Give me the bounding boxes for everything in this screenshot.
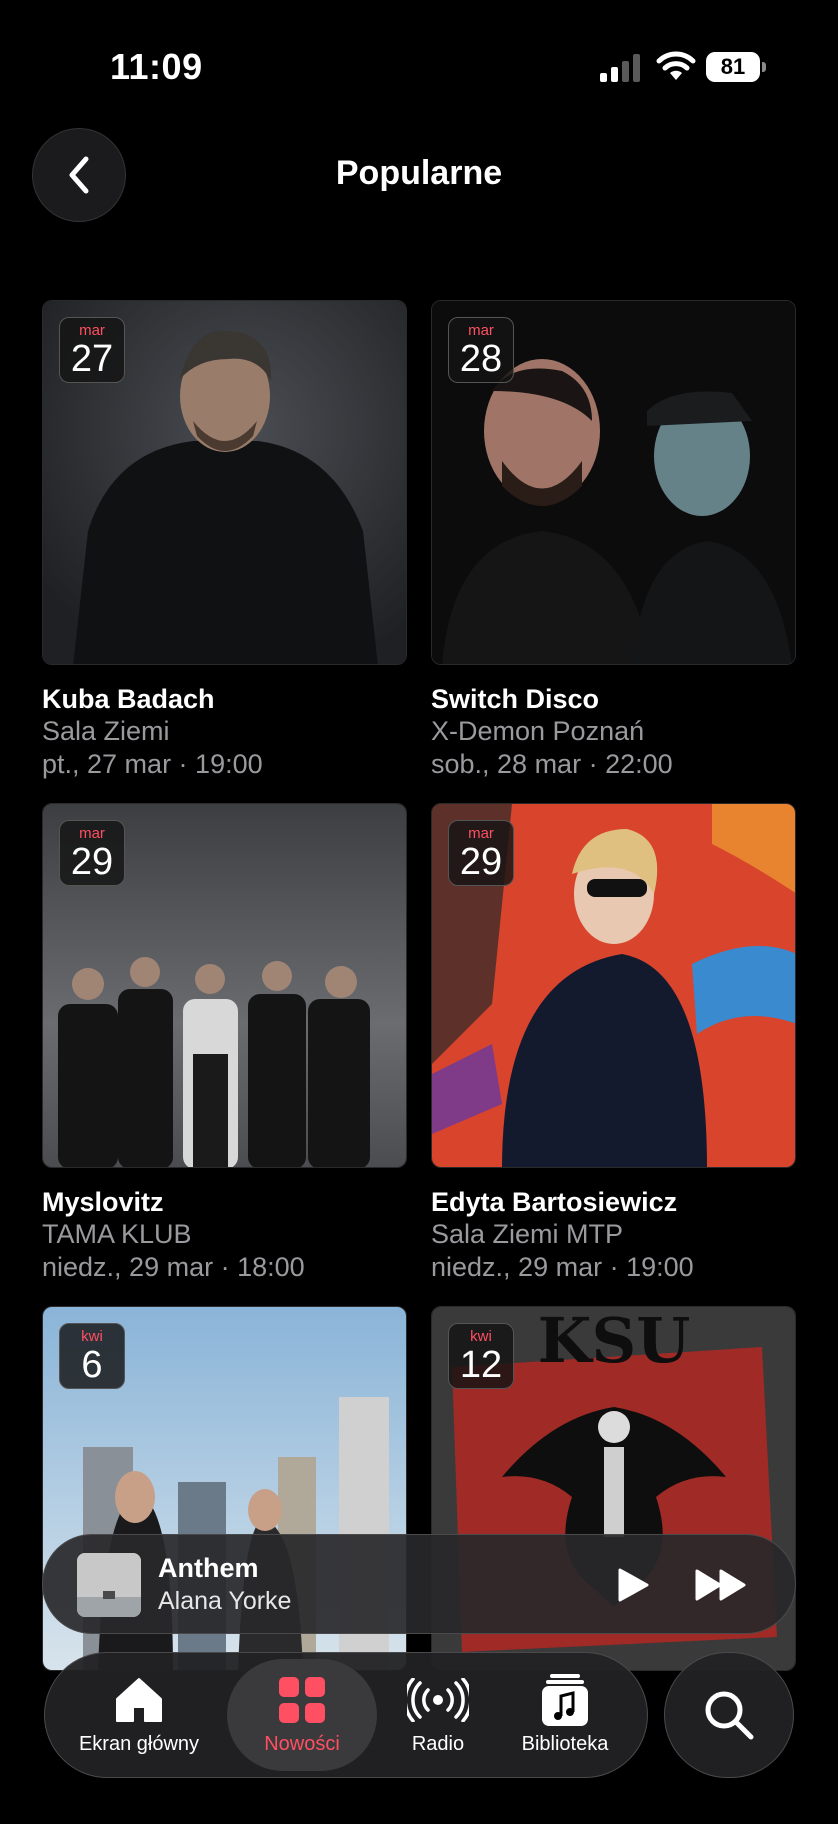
status-bar: 11:09 81 [0,0,838,130]
date-month: kwi [470,1328,492,1345]
event-image[interactable]: mar 29 [431,803,796,1168]
event-card[interactable]: mar 29 Myslovitz TAMA KLUB niedz., 29 ma… [42,803,407,1284]
track-artist: Alana Yorke [158,1587,292,1615]
event-datetime: niedz., 29 mar · 18:00 [42,1252,305,1282]
date-badge: mar 27 [59,317,125,383]
tab-home[interactable]: Ekran główny [59,1659,219,1771]
track-title: Anthem [158,1553,259,1583]
date-day: 28 [459,338,503,380]
tab-label: Radio [411,1733,465,1755]
date-badge: mar 29 [59,820,125,886]
cellular-signal-icon [600,54,640,82]
date-day: 27 [70,338,114,380]
tab-label: Nowości [264,1733,340,1755]
date-badge: mar 28 [448,317,514,383]
date-month: mar [79,322,105,339]
event-image[interactable]: mar 27 [42,300,407,665]
date-day: 6 [81,1344,103,1386]
date-month: mar [468,322,494,339]
date-badge: kwi 12 [448,1323,514,1389]
skip-forward-button[interactable] [683,1557,759,1613]
event-image[interactable]: mar 29 [42,803,407,1168]
event-venue: Sala Ziemi [42,716,170,746]
mini-player[interactable]: Anthem Alana Yorke [42,1534,796,1634]
home-icon [116,1678,162,1722]
event-datetime: pt., 27 mar · 19:00 [42,749,263,779]
event-venue: TAMA KLUB [42,1219,192,1249]
date-month: kwi [81,1328,103,1345]
battery-icon: 81 [706,52,766,82]
search-button[interactable] [664,1652,794,1778]
play-button[interactable] [605,1557,661,1613]
play-icon [618,1568,649,1602]
date-month: mar [468,825,494,842]
event-card[interactable]: mar 28 Switch Disco X-Demon Poznań sob.,… [431,300,796,781]
event-image[interactable]: mar 28 [431,300,796,665]
event-datetime: sob., 28 mar · 22:00 [431,749,673,779]
event-datetime: niedz., 29 mar · 19:00 [431,1252,694,1282]
tab-label: Ekran główny [78,1733,200,1755]
event-card[interactable]: mar 29 Edyta Bartosiewicz Sala Ziemi MTP… [431,803,796,1284]
tab-library[interactable]: Biblioteka [495,1659,635,1771]
radio-icon [407,1678,469,1722]
fast-forward-icon [695,1569,746,1601]
date-badge: kwi 6 [59,1323,125,1389]
battery-level: 81 [706,52,760,82]
event-venue: Sala Ziemi MTP [431,1219,624,1249]
search-icon [705,1691,754,1740]
tab-radio[interactable]: Radio [383,1659,493,1771]
tab-bar: Ekran główny Nowości Radio Biblioteka [44,1652,648,1778]
date-day: 12 [459,1344,503,1386]
tab-new[interactable]: Nowości [227,1659,377,1771]
event-venue: X-Demon Poznań [431,716,645,746]
event-title: Edyta Bartosiewicz [431,1187,678,1217]
library-icon [542,1674,588,1726]
date-day: 29 [459,841,503,883]
page-title: Popularne [335,154,503,192]
event-title: Switch Disco [431,684,600,714]
date-month: mar [79,825,105,842]
ksu-logo-text: KSU [538,1307,691,1377]
event-title: Kuba Badach [42,684,215,714]
status-time: 11:09 [110,46,203,87]
event-title: Myslovitz [42,1187,164,1217]
tab-label: Biblioteka [521,1733,609,1755]
event-card[interactable]: mar 27 Kuba Badach Sala Ziemi pt., 27 ma… [42,300,407,781]
date-day: 29 [70,841,114,883]
grid-icon [279,1677,325,1723]
date-badge: mar 29 [448,820,514,886]
wifi-icon [656,51,696,80]
album-art[interactable] [77,1553,141,1617]
